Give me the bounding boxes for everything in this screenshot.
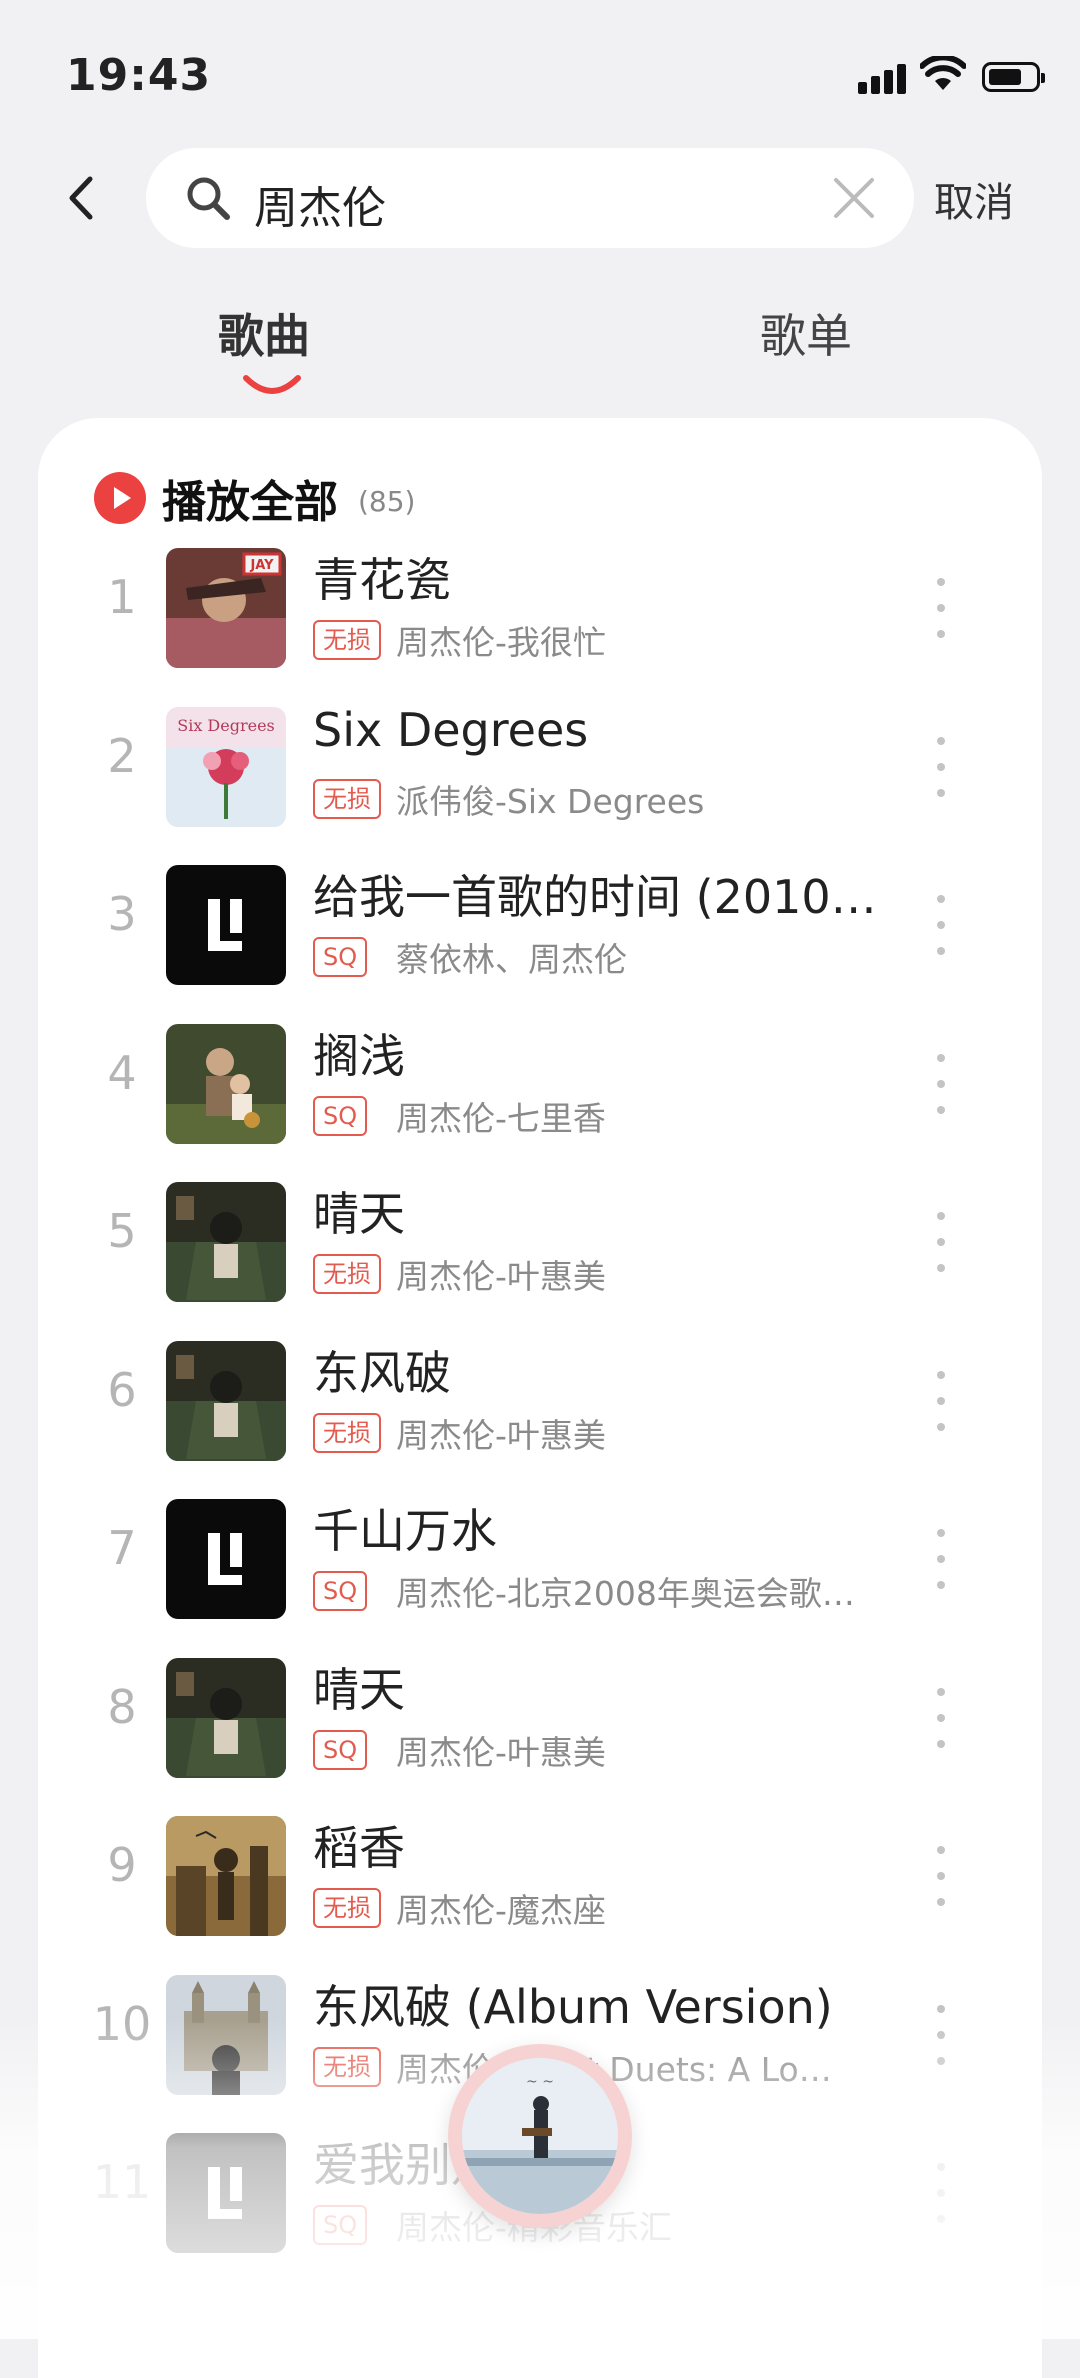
song-artist-album: 周杰伦-北京2008年奥运会歌… bbox=[396, 1574, 855, 1613]
song-title: 稻香 bbox=[313, 1821, 405, 1875]
more-options-icon[interactable] bbox=[935, 578, 947, 638]
song-index: 11 bbox=[92, 2155, 152, 2209]
more-options-icon[interactable] bbox=[935, 1846, 947, 1906]
quality-badge: SQ bbox=[313, 937, 368, 977]
more-options-icon[interactable] bbox=[935, 1687, 947, 1748]
song-artist-album: 周杰伦-我很忙 bbox=[396, 623, 606, 662]
song-row[interactable]: 3 给我一首歌的时间 (2010… SQ 蔡依林、周杰伦 bbox=[38, 847, 1042, 1005]
song-index: 8 bbox=[107, 1679, 137, 1734]
play-all-label: 播放全部 bbox=[162, 477, 338, 528]
mini-player-disc[interactable]: ~ ~ bbox=[448, 2044, 632, 2228]
song-index: 9 bbox=[107, 1838, 137, 1892]
now-playing-cover: ~ ~ bbox=[462, 2058, 618, 2214]
song-artist-album: 周杰伦-七里香 bbox=[396, 1098, 606, 1138]
battery-icon bbox=[982, 62, 1045, 92]
svg-text:JAY: JAY bbox=[249, 558, 274, 573]
song-artist-album: 周杰伦-叶惠美 bbox=[396, 1257, 606, 1296]
quality-badge: 无损 bbox=[313, 1888, 381, 1928]
chevron-left-icon bbox=[69, 176, 93, 220]
quality-badge: SQ bbox=[313, 1571, 368, 1611]
song-artist-album: 派伟俊-Six Degrees bbox=[396, 781, 705, 821]
song-title: 东风破 (Album Version) bbox=[313, 1979, 833, 2034]
album-cover bbox=[166, 1023, 286, 1144]
song-title: Six Degrees bbox=[313, 702, 589, 757]
song-title: 东风破 bbox=[313, 1345, 451, 1400]
album-cover bbox=[166, 1499, 286, 1619]
song-artist-album: 蔡依林、周杰伦 bbox=[396, 940, 627, 979]
search-icon bbox=[187, 177, 230, 220]
song-title: 青花瓷 bbox=[313, 553, 451, 607]
song-row[interactable]: 4 搁浅 SQ 周杰伦-七里香 bbox=[38, 1006, 1042, 1164]
quality-badge: 无损 bbox=[313, 620, 381, 660]
album-cover bbox=[166, 865, 286, 985]
song-title: 千山万水 bbox=[313, 1504, 497, 1558]
tab-indicator bbox=[243, 375, 301, 394]
album-cover: Six Degrees bbox=[166, 706, 286, 827]
album-cover bbox=[166, 1657, 286, 1778]
status-time: 19:43 bbox=[66, 50, 212, 101]
song-row[interactable]: 5 晴天无损 周杰伦-叶惠美 bbox=[38, 1164, 1042, 1322]
clear-icon[interactable] bbox=[832, 176, 876, 220]
more-options-icon[interactable] bbox=[935, 1370, 947, 1431]
song-row[interactable]: 9 稻香无损 周杰伦-魔杰座 bbox=[38, 1798, 1042, 1956]
song-index: 2 bbox=[107, 728, 137, 783]
tab-songs[interactable]: 歌曲 bbox=[218, 300, 310, 366]
cellular-signal-icon bbox=[858, 62, 908, 94]
song-index: 5 bbox=[107, 1204, 137, 1258]
song-index: 10 bbox=[92, 1996, 152, 2051]
song-count: (85) bbox=[358, 484, 416, 518]
search-bar[interactable]: 周杰伦 bbox=[146, 148, 914, 248]
back-button[interactable] bbox=[66, 172, 106, 224]
song-index: 6 bbox=[107, 1362, 137, 1417]
svg-text:Six Degrees: Six Degrees bbox=[177, 716, 275, 735]
quality-badge: 无损 bbox=[313, 2046, 381, 2087]
quality-badge: 无损 bbox=[313, 1412, 381, 1453]
song-index: 3 bbox=[107, 887, 137, 941]
song-artist-album: 周杰伦-叶惠美 bbox=[396, 1732, 606, 1772]
quality-badge: SQ bbox=[313, 1095, 368, 1136]
song-title: 搁浅 bbox=[313, 1028, 405, 1083]
album-cover bbox=[166, 1974, 286, 2095]
song-index: 1 bbox=[107, 570, 137, 624]
more-options-icon[interactable] bbox=[935, 1529, 947, 1589]
song-row[interactable]: 8 晴天 SQ 周杰伦-叶惠美 bbox=[38, 1640, 1042, 1798]
more-options-icon[interactable] bbox=[935, 2004, 947, 2065]
song-title: 晴天 bbox=[313, 1662, 405, 1717]
quality-badge: SQ bbox=[313, 2205, 368, 2245]
more-options-icon[interactable] bbox=[935, 1053, 947, 1114]
album-cover bbox=[166, 1182, 286, 1302]
album-cover bbox=[166, 2133, 286, 2253]
song-artist-album: 周杰伦-魔杰座 bbox=[396, 1891, 606, 1930]
tab-playlists[interactable]: 歌单 bbox=[760, 300, 852, 366]
quality-badge: SQ bbox=[313, 1729, 368, 1770]
song-row[interactable]: 6 东风破无损 周杰伦-叶惠美 bbox=[38, 1323, 1042, 1481]
song-row[interactable]: 1 JAY 青花瓷无损 周杰伦-我很忙 bbox=[38, 530, 1042, 688]
album-cover bbox=[166, 1816, 286, 1936]
album-cover bbox=[166, 1340, 286, 1461]
play-icon bbox=[94, 472, 146, 524]
more-options-icon[interactable] bbox=[935, 2163, 947, 2223]
svg-text:~ ~: ~ ~ bbox=[526, 2074, 554, 2090]
song-index: 7 bbox=[107, 1521, 137, 1575]
song-title: 晴天 bbox=[313, 1187, 405, 1241]
wifi-icon bbox=[920, 56, 966, 90]
song-artist-album: 周杰伦-叶惠美 bbox=[396, 1415, 606, 1455]
song-row[interactable]: 2 Six Degrees Six Degrees 无损 派伟俊-Six Degrees bbox=[38, 689, 1042, 847]
status-bar: 19:43 bbox=[0, 0, 1080, 140]
song-index: 4 bbox=[107, 1045, 137, 1100]
song-row[interactable]: 7 千山万水 SQ 周杰伦-北京2008年奥运会歌… bbox=[38, 1481, 1042, 1639]
song-artist-album: 周杰伦-精彩音乐汇 bbox=[396, 2201, 936, 2249]
more-options-icon[interactable] bbox=[935, 1212, 947, 1272]
more-options-icon[interactable] bbox=[935, 895, 947, 955]
quality-badge: 无损 bbox=[313, 778, 381, 819]
more-options-icon[interactable] bbox=[935, 736, 947, 797]
song-title: 给我一首歌的时间 (2010… bbox=[313, 870, 877, 924]
cancel-button[interactable]: 取消 bbox=[934, 170, 1014, 228]
quality-badge: 无损 bbox=[313, 1254, 381, 1294]
play-all-button[interactable]: 播放全部 (85) bbox=[94, 466, 415, 530]
search-input[interactable]: 周杰伦 bbox=[254, 172, 386, 236]
album-cover: JAY bbox=[166, 548, 286, 668]
